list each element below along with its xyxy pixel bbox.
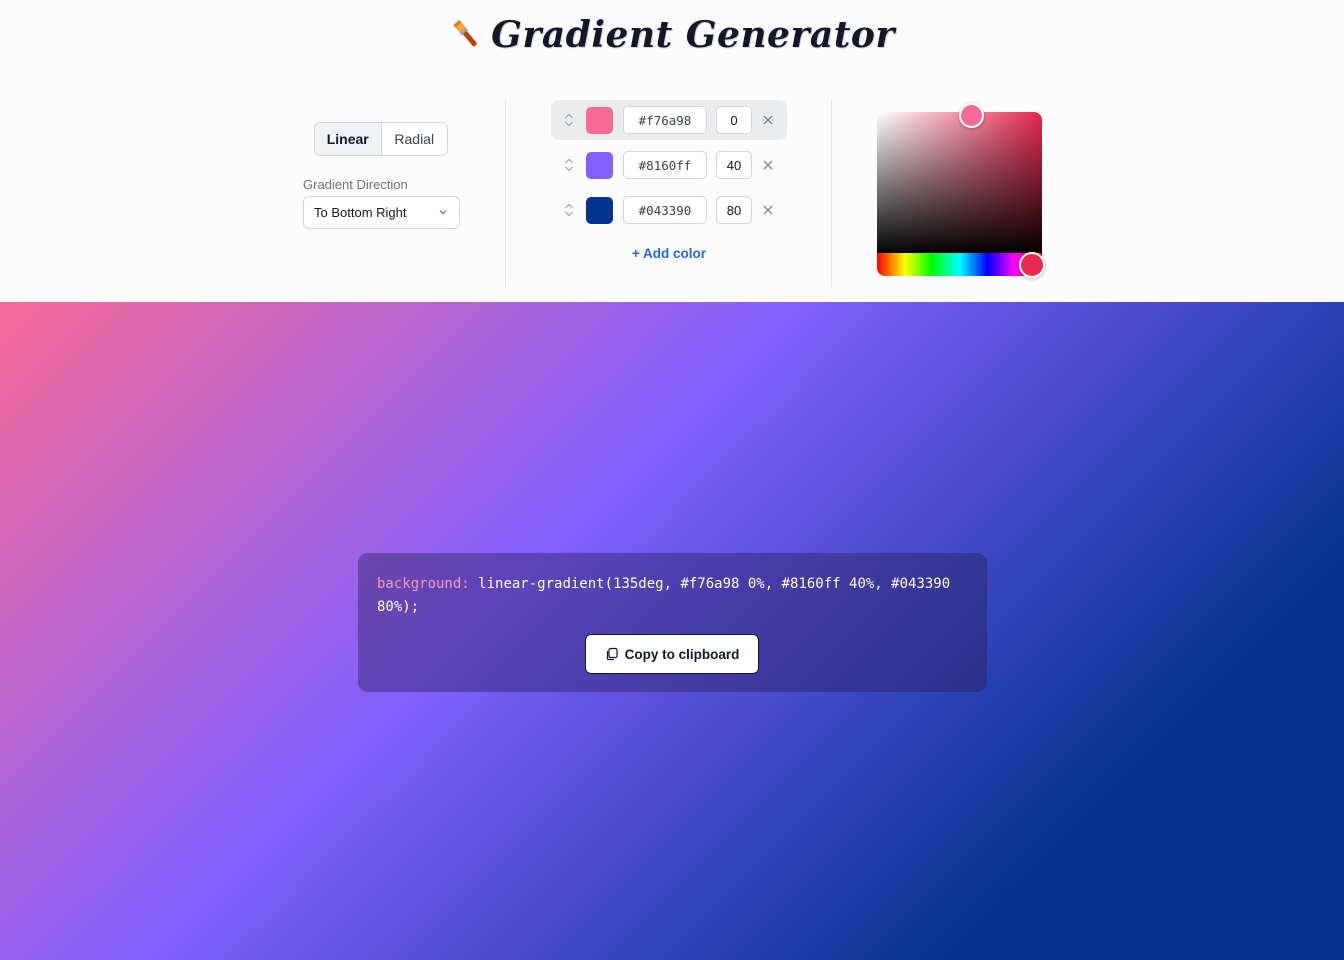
saturation-handle[interactable] <box>959 103 984 128</box>
hex-input[interactable]: #043390 <box>623 196 707 224</box>
hue-handle[interactable] <box>1019 252 1045 278</box>
color-stop-row[interactable]: #8160ff 40 <box>551 145 787 185</box>
saturation-picker[interactable] <box>877 112 1042 255</box>
gradient-preview: background: linear-gradient(135deg, #f76… <box>0 302 1344 960</box>
direction-select[interactable]: To Bottom Right <box>303 196 460 229</box>
close-icon[interactable] <box>762 204 774 216</box>
color-swatch[interactable] <box>586 197 613 224</box>
drag-handle-icon[interactable] <box>563 157 575 173</box>
add-color-button[interactable]: + Add color <box>551 246 787 261</box>
position-input[interactable]: 0 <box>716 106 752 134</box>
css-property: background: <box>377 576 470 592</box>
chevron-down-icon <box>439 210 447 215</box>
gradient-type-toggle: Linear Radial <box>314 122 448 156</box>
paintbrush-icon <box>453 19 477 47</box>
close-icon[interactable] <box>762 114 774 126</box>
copy-button[interactable]: Copy to clipboard <box>585 634 759 674</box>
position-input[interactable]: 80 <box>716 196 752 224</box>
divider <box>505 100 506 287</box>
copy-icon <box>606 647 618 661</box>
css-output-card: background: linear-gradient(135deg, #f76… <box>358 553 987 692</box>
direction-label: Gradient Direction <box>303 177 408 192</box>
divider <box>831 100 832 287</box>
color-swatch[interactable] <box>586 107 613 134</box>
title-text: Gradient Generator <box>491 14 895 56</box>
drag-handle-icon[interactable] <box>563 112 575 128</box>
close-icon[interactable] <box>762 159 774 171</box>
radial-option[interactable]: Radial <box>382 123 448 155</box>
hex-input[interactable]: #8160ff <box>623 151 707 179</box>
color-swatch[interactable] <box>586 152 613 179</box>
color-stop-row[interactable]: #043390 80 <box>551 190 787 230</box>
linear-option[interactable]: Linear <box>315 123 382 155</box>
css-output: background: linear-gradient(135deg, #f76… <box>377 573 967 619</box>
controls-header: Gradient Generator Linear Radial Gradien… <box>0 0 1344 302</box>
color-stop-row[interactable]: #f76a98 0 <box>551 100 787 140</box>
hex-input[interactable]: #f76a98 <box>623 106 707 134</box>
hue-slider[interactable] <box>877 253 1042 276</box>
direction-value: To Bottom Right <box>314 205 407 220</box>
drag-handle-icon[interactable] <box>563 202 575 218</box>
copy-label: Copy to clipboard <box>624 646 740 662</box>
page-title: Gradient Generator <box>0 14 1344 56</box>
position-input[interactable]: 40 <box>716 151 752 179</box>
